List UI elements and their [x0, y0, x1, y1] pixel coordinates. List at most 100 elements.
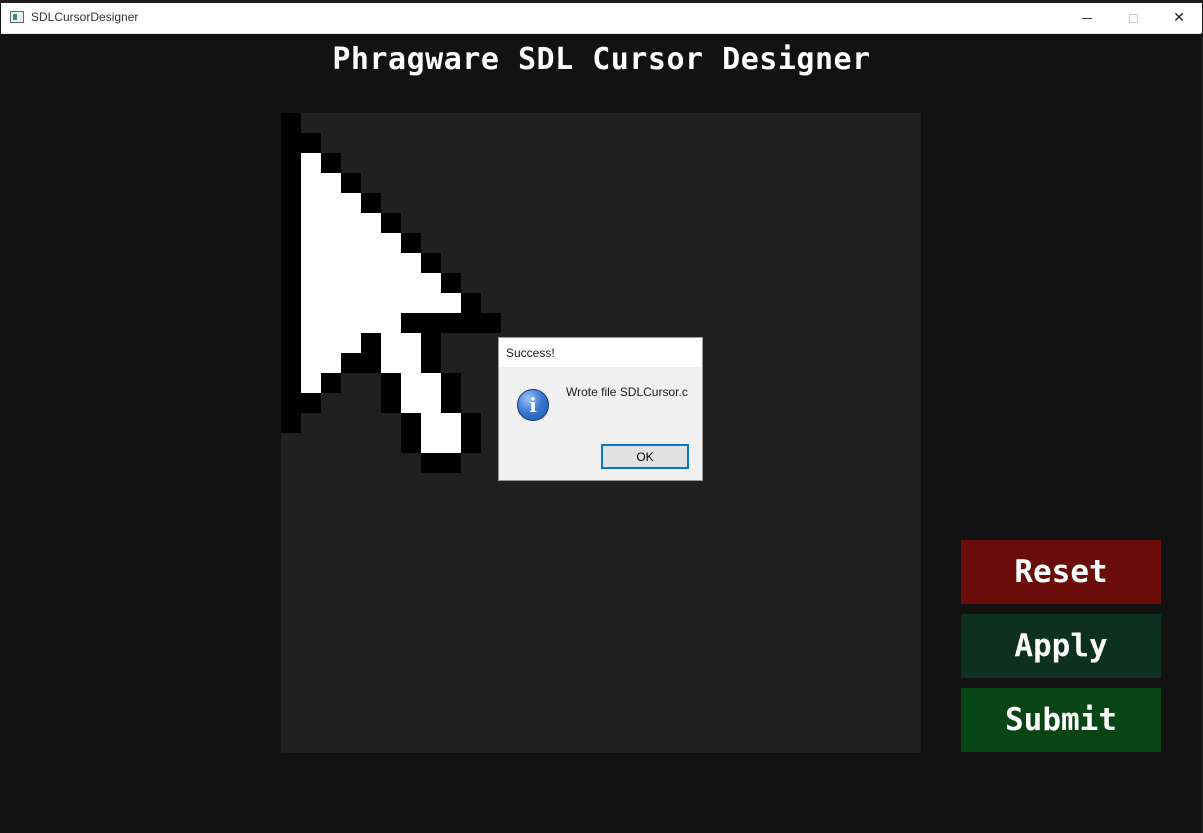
- pixel-black[interactable]: [361, 353, 381, 373]
- pixel-white[interactable]: [361, 273, 381, 293]
- pixel-black[interactable]: [281, 413, 301, 433]
- pixel-white[interactable]: [381, 293, 401, 313]
- pixel-white[interactable]: [401, 393, 421, 413]
- pixel-white[interactable]: [301, 333, 321, 353]
- pixel-black[interactable]: [281, 173, 301, 193]
- pixel-black[interactable]: [481, 313, 501, 333]
- submit-button[interactable]: Submit: [961, 688, 1161, 752]
- pixel-white[interactable]: [361, 253, 381, 273]
- pixel-black[interactable]: [281, 273, 301, 293]
- dialog-titlebar[interactable]: Success!: [499, 338, 702, 367]
- pixel-white[interactable]: [321, 173, 341, 193]
- pixel-black[interactable]: [301, 133, 321, 153]
- pixel-white[interactable]: [301, 173, 321, 193]
- pixel-white[interactable]: [401, 293, 421, 313]
- pixel-white[interactable]: [421, 273, 441, 293]
- pixel-white[interactable]: [321, 273, 341, 293]
- pixel-black[interactable]: [461, 413, 481, 433]
- pixel-white[interactable]: [381, 353, 401, 373]
- pixel-black[interactable]: [281, 293, 301, 313]
- pixel-white[interactable]: [301, 353, 321, 373]
- pixel-black[interactable]: [281, 333, 301, 353]
- pixel-black[interactable]: [381, 393, 401, 413]
- pixel-black[interactable]: [441, 313, 461, 333]
- pixel-white[interactable]: [321, 313, 341, 333]
- pixel-black[interactable]: [421, 453, 441, 473]
- pixel-black[interactable]: [441, 453, 461, 473]
- pixel-black[interactable]: [441, 273, 461, 293]
- pixel-black[interactable]: [281, 233, 301, 253]
- pixel-white[interactable]: [361, 293, 381, 313]
- pixel-black[interactable]: [281, 253, 301, 273]
- pixel-white[interactable]: [321, 353, 341, 373]
- pixel-white[interactable]: [321, 193, 341, 213]
- pixel-white[interactable]: [321, 213, 341, 233]
- pixel-black[interactable]: [421, 353, 441, 373]
- pixel-white[interactable]: [301, 253, 321, 273]
- reset-button[interactable]: Reset: [961, 540, 1161, 604]
- pixel-white[interactable]: [341, 193, 361, 213]
- pixel-white[interactable]: [401, 373, 421, 393]
- pixel-white[interactable]: [301, 373, 321, 393]
- pixel-white[interactable]: [341, 293, 361, 313]
- pixel-white[interactable]: [341, 233, 361, 253]
- pixel-black[interactable]: [421, 253, 441, 273]
- pixel-white[interactable]: [321, 233, 341, 253]
- pixel-black[interactable]: [321, 153, 341, 173]
- pixel-black[interactable]: [341, 353, 361, 373]
- pixel-black[interactable]: [301, 393, 321, 413]
- pixel-white[interactable]: [301, 313, 321, 333]
- pixel-white[interactable]: [381, 233, 401, 253]
- minimize-button[interactable]: [1064, 3, 1110, 33]
- pixel-white[interactable]: [341, 333, 361, 353]
- pixel-white[interactable]: [361, 313, 381, 333]
- pixel-black[interactable]: [381, 373, 401, 393]
- pixel-white[interactable]: [421, 433, 441, 453]
- pixel-white[interactable]: [341, 313, 361, 333]
- pixel-white[interactable]: [401, 253, 421, 273]
- pixel-white[interactable]: [381, 333, 401, 353]
- pixel-black[interactable]: [401, 313, 421, 333]
- pixel-white[interactable]: [421, 293, 441, 313]
- pixel-white[interactable]: [361, 233, 381, 253]
- pixel-white[interactable]: [381, 253, 401, 273]
- pixel-white[interactable]: [321, 293, 341, 313]
- pixel-white[interactable]: [441, 413, 461, 433]
- pixel-white[interactable]: [301, 293, 321, 313]
- pixel-black[interactable]: [421, 313, 441, 333]
- pixel-white[interactable]: [401, 333, 421, 353]
- pixel-black[interactable]: [441, 373, 461, 393]
- pixel-black[interactable]: [361, 333, 381, 353]
- pixel-white[interactable]: [381, 313, 401, 333]
- pixel-black[interactable]: [421, 333, 441, 353]
- pixel-white[interactable]: [301, 213, 321, 233]
- pixel-white[interactable]: [321, 253, 341, 273]
- pixel-black[interactable]: [321, 373, 341, 393]
- pixel-white[interactable]: [421, 413, 441, 433]
- pixel-black[interactable]: [281, 393, 301, 413]
- pixel-white[interactable]: [341, 213, 361, 233]
- pixel-white[interactable]: [421, 373, 441, 393]
- pixel-white[interactable]: [321, 333, 341, 353]
- pixel-white[interactable]: [441, 293, 461, 313]
- pixel-black[interactable]: [281, 373, 301, 393]
- pixel-black[interactable]: [281, 313, 301, 333]
- pixel-white[interactable]: [421, 393, 441, 413]
- pixel-white[interactable]: [401, 273, 421, 293]
- pixel-white[interactable]: [381, 273, 401, 293]
- pixel-black[interactable]: [281, 353, 301, 373]
- pixel-white[interactable]: [301, 193, 321, 213]
- pixel-white[interactable]: [401, 353, 421, 373]
- pixel-black[interactable]: [281, 133, 301, 153]
- pixel-black[interactable]: [381, 213, 401, 233]
- maximize-button[interactable]: [1110, 3, 1156, 33]
- pixel-black[interactable]: [361, 193, 381, 213]
- pixel-black[interactable]: [461, 293, 481, 313]
- apply-button[interactable]: Apply: [961, 614, 1161, 678]
- pixel-black[interactable]: [281, 213, 301, 233]
- window-titlebar[interactable]: SDLCursorDesigner ✕: [1, 3, 1202, 34]
- pixel-white[interactable]: [361, 213, 381, 233]
- pixel-black[interactable]: [461, 313, 481, 333]
- pixel-black[interactable]: [281, 113, 301, 133]
- pixel-white[interactable]: [301, 153, 321, 173]
